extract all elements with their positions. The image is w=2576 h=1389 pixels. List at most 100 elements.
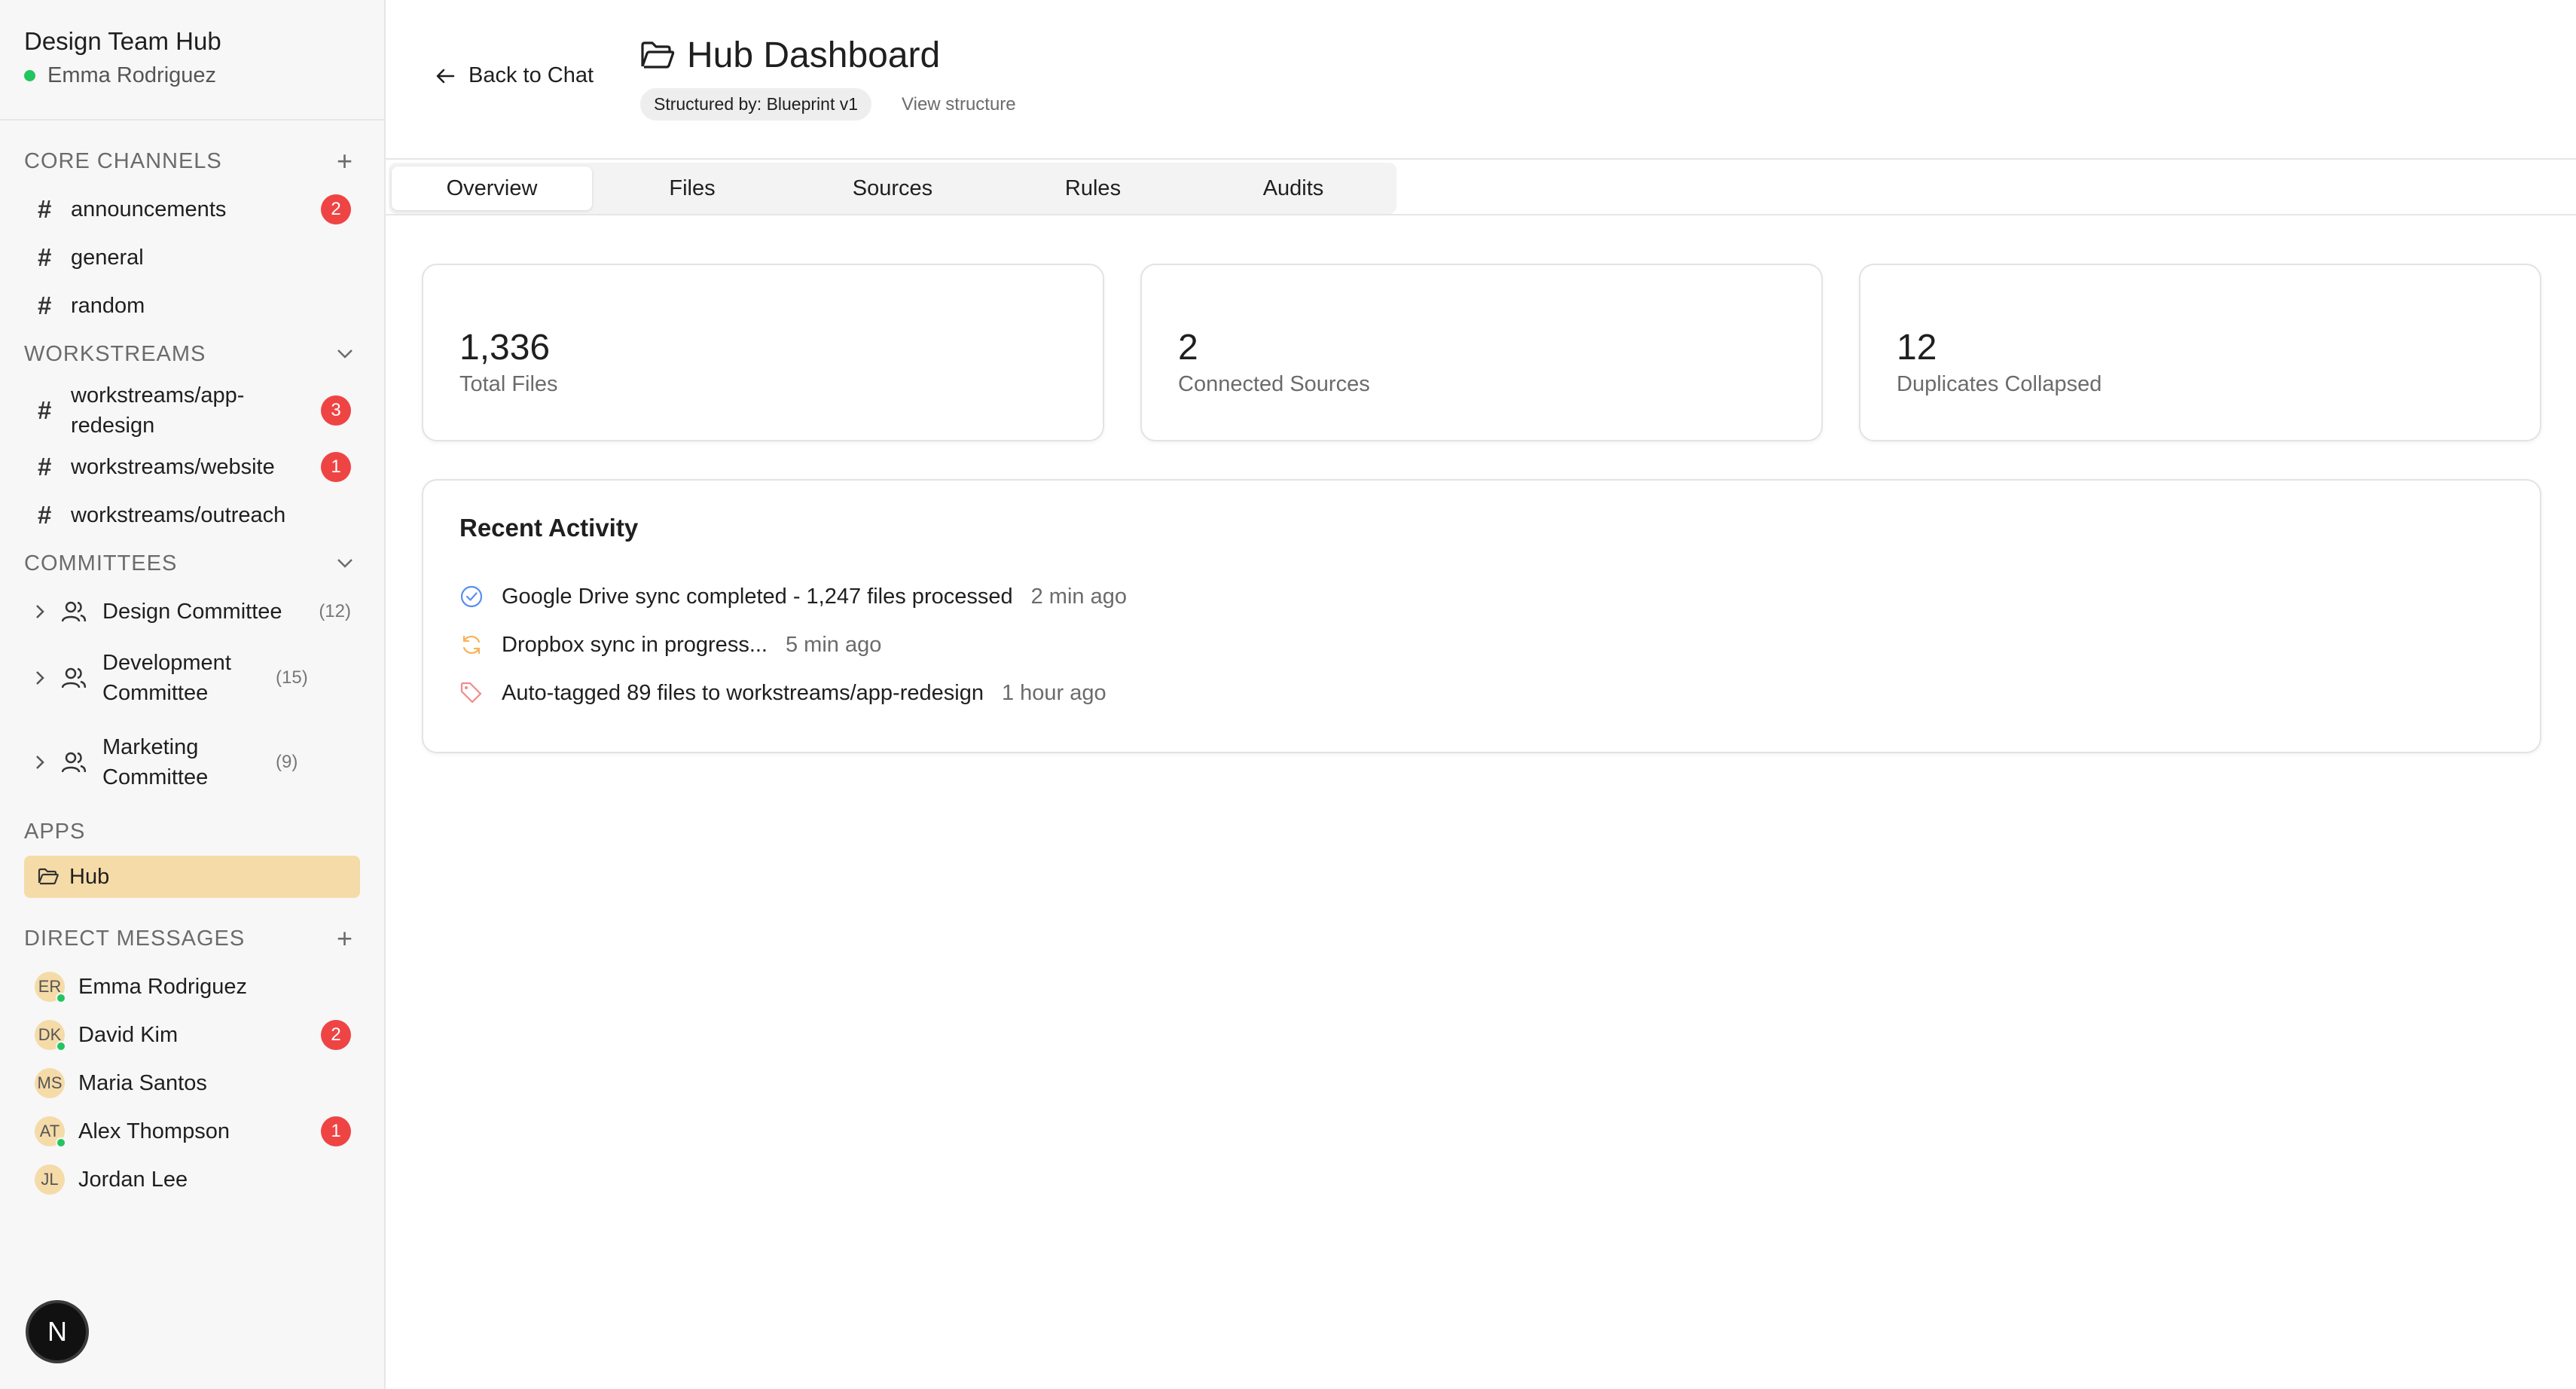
dm-label: Maria Santos: [78, 1070, 207, 1095]
channel-label: announcements: [71, 197, 227, 221]
hash-icon: #: [38, 453, 52, 481]
dm-label: Jordan Lee: [78, 1167, 188, 1192]
unread-badge: 1: [321, 452, 351, 482]
chevron-right-icon[interactable]: [35, 604, 62, 619]
app-hub[interactable]: Hub: [24, 856, 360, 898]
n-logo-button[interactable]: N: [29, 1303, 86, 1360]
stat-label: Total Files: [459, 372, 558, 396]
dm-emma-rodriguez[interactable]: ER Emma Rodriguez: [0, 963, 384, 1011]
avatar: DK: [35, 1020, 66, 1052]
activity-text: Auto-tagged 89 files to workstreams/app-…: [502, 680, 984, 705]
committee-marketing[interactable]: Marketing Committee (9): [0, 720, 384, 804]
workspace-header[interactable]: Design Team Hub Emma Rodriguez: [0, 0, 384, 121]
sidebar: Design Team Hub Emma Rodriguez CORE CHAN…: [0, 0, 386, 1389]
tab-audits[interactable]: Audits: [1193, 166, 1393, 210]
workstreams-heading: WORKSTREAMS: [24, 341, 206, 366]
online-status-icon: [56, 993, 66, 1003]
users-icon: [62, 667, 95, 689]
users-icon: [62, 600, 95, 623]
activity-list: Google Drive sync completed - 1,247 file…: [459, 572, 2504, 717]
avatar: JL: [35, 1165, 65, 1195]
app-root: Design Team Hub Emma Rodriguez CORE CHAN…: [0, 0, 2576, 1389]
add-channel-icon[interactable]: +: [330, 148, 360, 175]
channel-label: workstreams/app-redesign: [71, 383, 245, 438]
view-structure-link[interactable]: View structure: [902, 94, 1016, 115]
chevron-down-icon[interactable]: [330, 339, 360, 369]
title-meta: Structured by: Blueprint v1 View structu…: [640, 88, 1016, 121]
hash-icon: #: [38, 396, 52, 424]
member-count: (9): [276, 752, 298, 772]
chevron-right-icon[interactable]: [35, 755, 62, 770]
workstreams-header[interactable]: WORKSTREAMS: [0, 330, 384, 378]
stats-row: 1,336 Total Files 2 Connected Sources 12…: [422, 264, 2541, 441]
committee-design[interactable]: Design Committee (12): [0, 588, 384, 636]
committee-development[interactable]: Development Committee (15): [0, 636, 384, 720]
channel-label: random: [71, 294, 145, 318]
stat-card-total-files: 1,336 Total Files: [422, 264, 1104, 441]
channel-outreach[interactable]: # workstreams/outreach: [0, 491, 384, 539]
direct-messages-header: DIRECT MESSAGES +: [0, 914, 384, 963]
avatar-initials: MS: [37, 1073, 63, 1092]
back-to-chat-button[interactable]: Back to Chat: [435, 63, 594, 88]
tab-files[interactable]: Files: [592, 166, 792, 210]
core-channels-heading: CORE CHANNELS: [24, 148, 222, 173]
tab-sources[interactable]: Sources: [792, 166, 993, 210]
committees-header[interactable]: COMMITTEES: [0, 539, 384, 588]
hash-icon: #: [38, 243, 52, 271]
tab-overview[interactable]: Overview: [392, 166, 592, 210]
top-bar: Back to Chat Hub Dashboard Structured by…: [386, 0, 2576, 160]
stat-value: 12: [1897, 328, 1937, 368]
avatar-initials: JL: [41, 1170, 59, 1189]
back-to-chat-label: Back to Chat: [469, 63, 594, 87]
tab-bar: Overview Files Sources Rules Audits: [389, 163, 1396, 214]
refresh-icon: [459, 633, 502, 657]
channel-app-redesign[interactable]: # workstreams/app-redesign 3: [0, 378, 384, 443]
online-status-icon: [24, 70, 35, 81]
recent-activity-card: Recent Activity Google Drive sync comple…: [422, 479, 2541, 753]
app-label: Hub: [69, 864, 110, 889]
dm-maria-santos[interactable]: MS Maria Santos: [0, 1059, 384, 1107]
title-block: Hub Dashboard Structured by: Blueprint v…: [640, 35, 1016, 121]
channel-website[interactable]: # workstreams/website 1: [0, 443, 384, 491]
avatar: AT: [35, 1116, 66, 1148]
add-dm-icon[interactable]: +: [330, 925, 360, 952]
activity-item: Google Drive sync completed - 1,247 file…: [459, 572, 2504, 621]
folder-open-icon: [641, 41, 675, 69]
avatar: MS: [35, 1068, 65, 1098]
dm-label: Emma Rodriguez: [78, 974, 248, 999]
online-status-icon: [56, 1137, 66, 1148]
unread-badge: 2: [321, 1020, 351, 1050]
channel-general[interactable]: # general: [0, 234, 384, 282]
activity-item: Dropbox sync in progress... 5 min ago: [459, 621, 2504, 669]
apps-heading: APPS: [24, 819, 86, 844]
dm-alex-thompson[interactable]: AT Alex Thompson 1: [0, 1107, 384, 1155]
committees-heading: COMMITTEES: [24, 551, 178, 575]
folder-open-icon: [38, 868, 69, 886]
tag-icon: [459, 681, 502, 705]
committee-label: Design Committee: [102, 600, 282, 624]
hash-icon: #: [38, 292, 52, 319]
activity-text: Google Drive sync completed - 1,247 file…: [502, 584, 1013, 609]
recent-activity-title: Recent Activity: [459, 514, 639, 542]
workspace-title: Design Team Hub: [24, 27, 221, 55]
arrow-left-icon: [436, 69, 455, 83]
dm-david-kim[interactable]: DK David Kim 2: [0, 1011, 384, 1059]
channel-announcements[interactable]: # announcements 2: [0, 185, 384, 234]
stat-value: 2: [1178, 328, 1198, 368]
dm-jordan-lee[interactable]: JL Jordan Lee: [0, 1155, 384, 1204]
activity-time: 2 min ago: [1030, 584, 1127, 609]
page-title: Hub Dashboard: [687, 35, 941, 75]
check-circle-icon: [459, 585, 502, 609]
chevron-right-icon[interactable]: [35, 670, 62, 685]
unread-badge: 3: [321, 395, 351, 426]
avatar: ER: [35, 972, 66, 1003]
chevron-down-icon[interactable]: [330, 548, 360, 578]
current-user: Emma Rodriguez: [24, 63, 360, 88]
channel-label: general: [71, 246, 144, 270]
stat-card-connected-sources: 2 Connected Sources: [1140, 264, 1823, 441]
apps-header: APPS: [0, 807, 384, 856]
committee-label: Marketing Committee: [102, 735, 209, 789]
channel-label: workstreams/website: [71, 455, 275, 479]
channel-random[interactable]: # random: [0, 282, 384, 330]
tab-rules[interactable]: Rules: [993, 166, 1193, 210]
